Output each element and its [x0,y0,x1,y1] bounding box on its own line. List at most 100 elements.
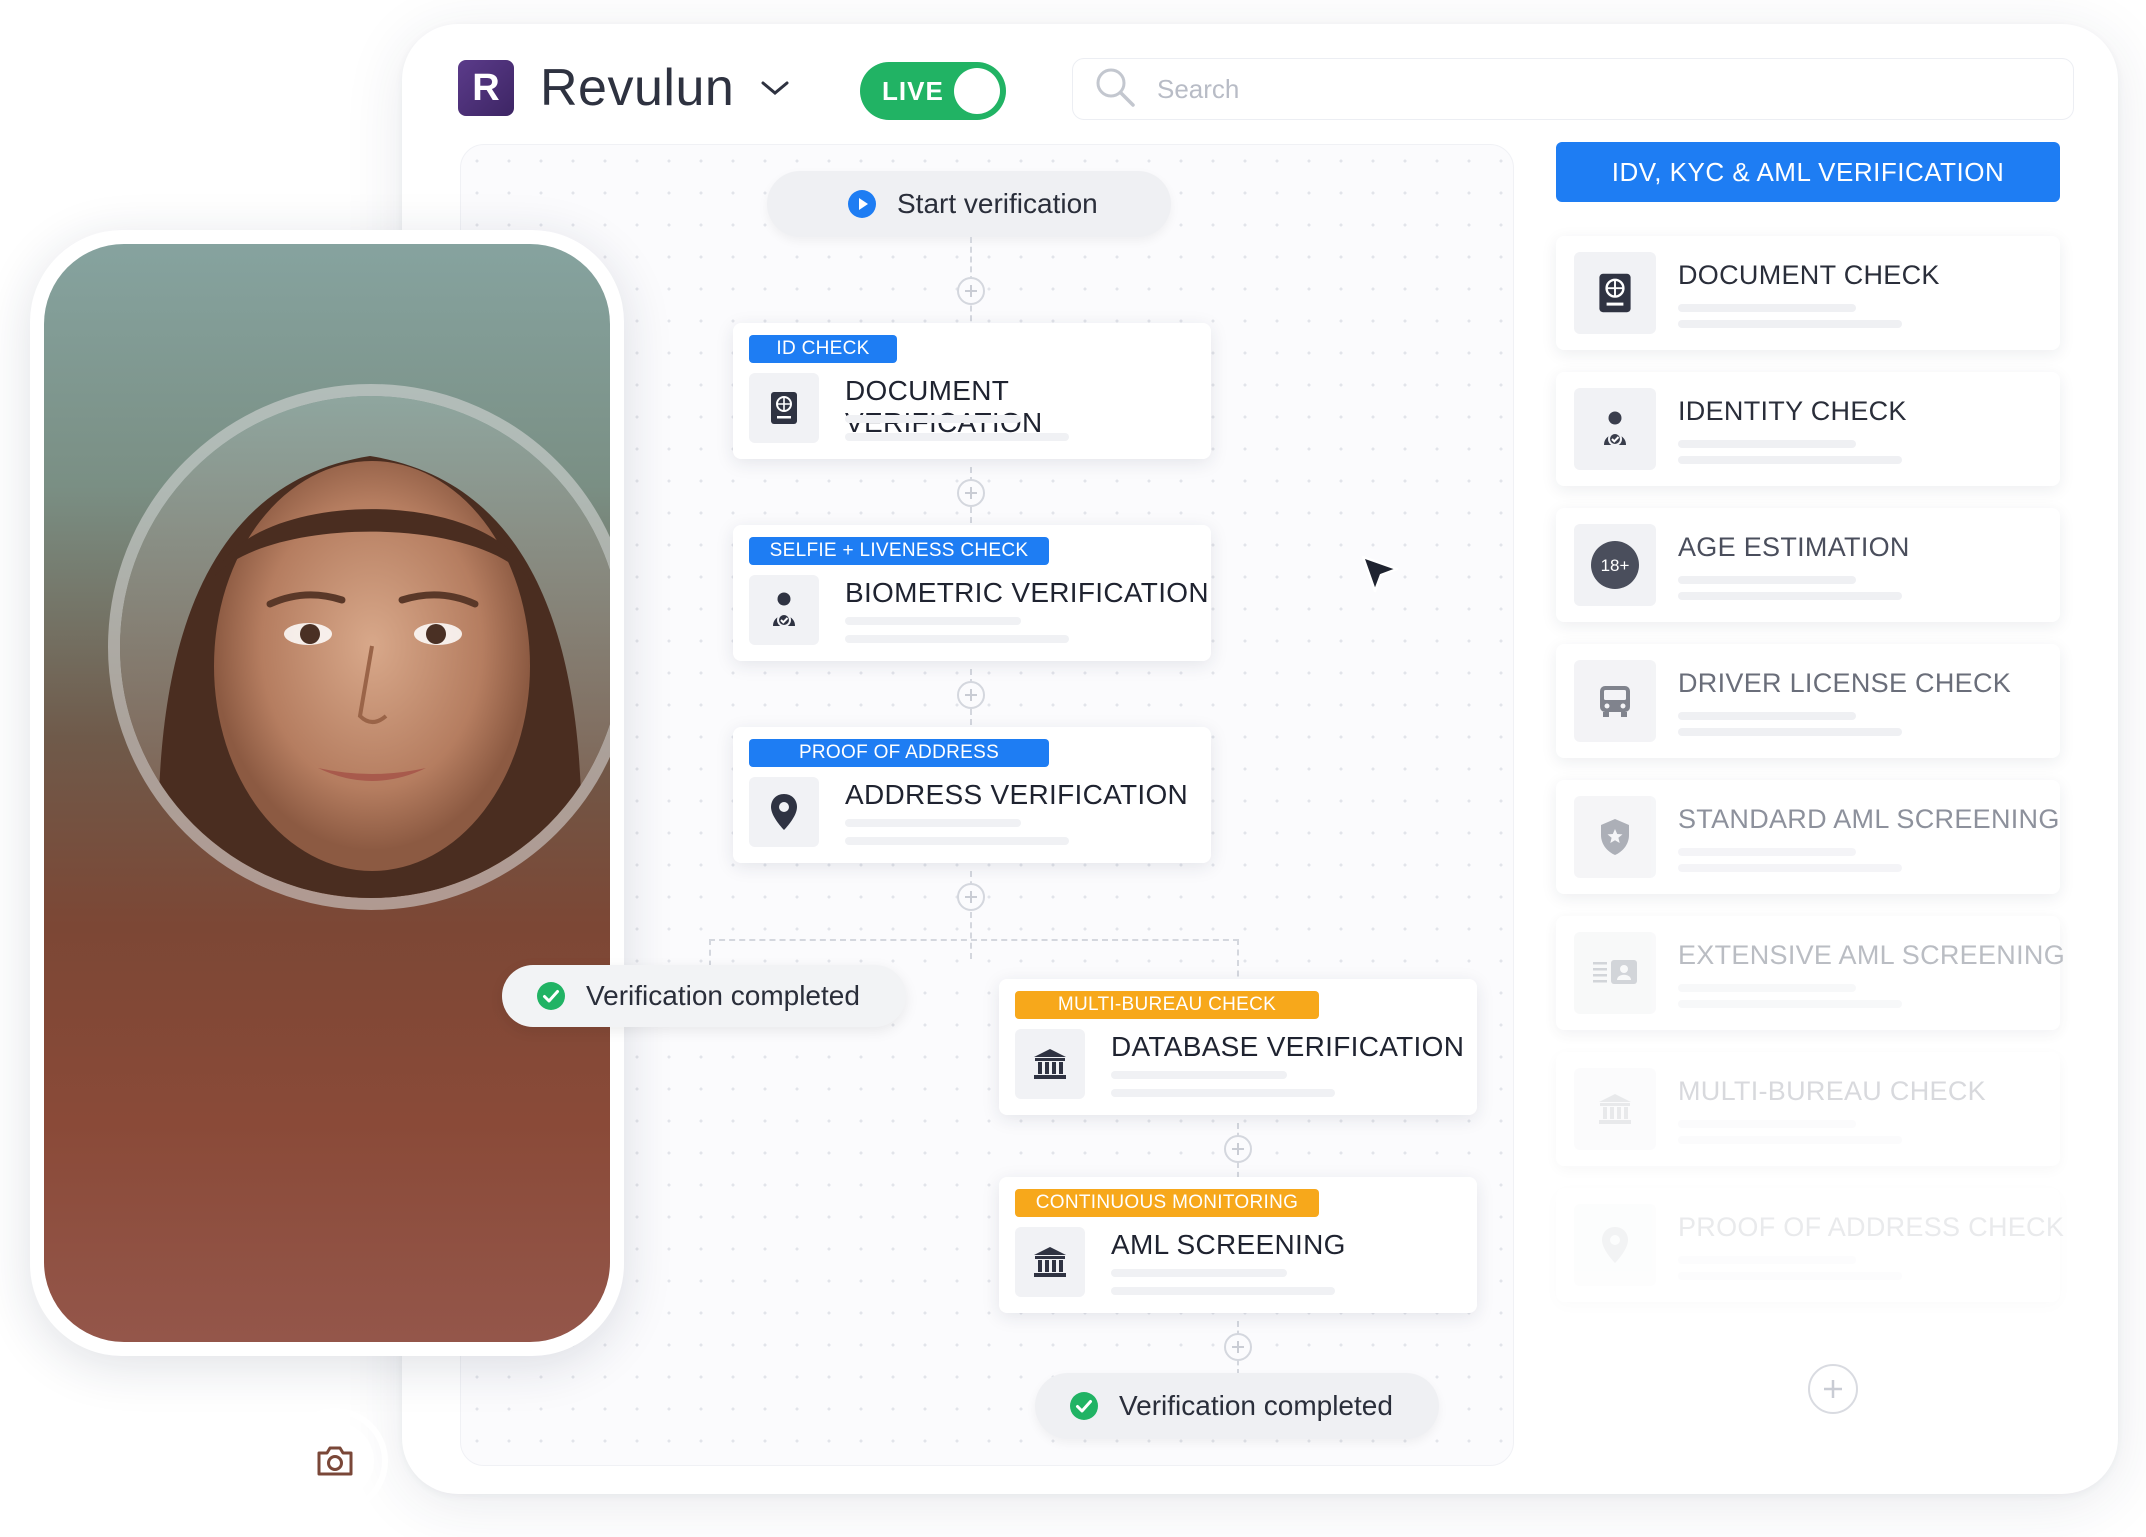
check-title: STANDARD AML SCREENING [1678,804,2060,834]
bank-icon [1015,1227,1085,1297]
location-pin-icon [1574,1204,1656,1286]
check-card-driver-license-check[interactable]: DRIVER LICENSE CHECK [1556,644,2060,758]
step-card-biometric-verification[interactable]: SELFIE + LIVENESS CHECK BIOMETRIC VERIFI… [733,525,1211,661]
step-tag: SELFIE + LIVENESS CHECK [749,537,1049,565]
placeholder-bar [1678,1000,1902,1008]
add-step-plus[interactable] [957,479,985,507]
placeholder-bar [1678,1120,1856,1128]
placeholder-bar [845,837,1069,845]
check-card-document-check[interactable]: DOCUMENT CHECK [1556,236,2060,350]
face-capture-frame [108,384,610,910]
placeholder-bar [845,635,1069,643]
live-toggle[interactable]: LIVE [860,62,1006,120]
chevron-down-icon[interactable] [760,73,790,103]
step-title: AML SCREENING [1111,1229,1346,1260]
placeholder-bar [1678,1272,1902,1280]
passport-icon [749,373,819,443]
brand-logo: R [458,60,514,116]
search-icon [1093,65,1137,114]
step-card-aml-screening[interactable]: CONTINUOUS MONITORING AML SCREENING [999,1177,1477,1313]
placeholder-bar [845,617,1021,625]
add-step-plus[interactable] [957,277,985,305]
step-tag: ID CHECK [749,335,897,363]
camera-icon [296,1422,374,1500]
placeholder-bar [1678,592,1902,600]
step-title: BIOMETRIC VERIFICATION [845,577,1209,608]
check-card-multi-bureau-check[interactable]: MULTI-BUREAU CHECK [1556,1052,2060,1166]
add-step-plus[interactable] [957,883,985,911]
age-18-label: 18+ [1601,556,1630,575]
add-step-plus[interactable] [1224,1135,1252,1163]
placeholder-bar [1111,1269,1287,1277]
verification-completed-node: Verification completed [1035,1373,1439,1439]
check-card-age-estimation[interactable]: 18+ AGE ESTIMATION [1556,508,2060,622]
check-title: AGE ESTIMATION [1678,532,1910,562]
step-title: DOCUMENT VERIFICATION [845,375,1042,438]
step-title: DATABASE VERIFICATION [1111,1031,1465,1062]
add-step-plus[interactable] [1224,1333,1252,1361]
check-card-proof-of-address-check[interactable]: PROOF OF ADDRESS CHECK [1556,1188,2064,1302]
check-card-extensive-aml-screening[interactable]: EXTENSIVE AML SCREENING [1556,916,2065,1030]
placeholder-bar [1678,712,1856,720]
toggle-knob [954,68,1000,114]
placeholder-bar [1678,848,1856,856]
placeholder-bar [1678,1136,1902,1144]
bank-icon [1015,1029,1085,1099]
check-title: EXTENSIVE AML SCREENING [1678,940,2065,970]
search-input[interactable] [1157,73,2057,105]
check-card-standard-aml-screening[interactable]: STANDARD AML SCREENING [1556,780,2060,894]
brand-switcher[interactable]: R Revulun [458,58,790,118]
phone-mockup [30,230,624,1514]
panel-header: IDV, KYC & AML VERIFICATION [1556,142,2060,202]
verification-completed-toast: Verification completed [502,965,906,1027]
check-circle-icon [536,981,566,1011]
placeholder-bar [1111,1287,1335,1295]
placeholder-bar [1678,440,1856,448]
check-circle-icon [1069,1391,1099,1421]
check-title: DRIVER LICENSE CHECK [1678,668,2012,698]
person-check-icon [1574,388,1656,470]
placeholder-bar [845,415,1021,423]
branch-connector [709,939,1239,941]
search-bar[interactable] [1072,58,2074,120]
check-title: MULTI-BUREAU CHECK [1678,1076,1986,1106]
location-pin-icon [749,777,819,847]
live-toggle-label: LIVE [882,75,944,106]
passport-icon [1574,252,1656,334]
plus-circle-icon[interactable] [1808,1364,1858,1414]
placeholder-bar [1678,864,1902,872]
check-title: PROOF OF ADDRESS CHECK [1678,1212,2065,1242]
bank-icon [1574,1068,1656,1150]
step-title: ADDRESS VERIFICATION [845,779,1189,810]
placeholder-bar [1678,304,1856,312]
person-check-icon [749,575,819,645]
placeholder-bar [1678,984,1856,992]
add-step-plus[interactable] [957,681,985,709]
play-icon [847,189,877,219]
app-window: R Revulun LIVE Start verification [402,24,2118,1494]
start-verification-label: Start verification [897,188,1098,219]
capture-button[interactable] [282,1408,388,1514]
check-title: IDENTITY CHECK [1678,396,1907,426]
step-tag: CONTINUOUS MONITORING [1015,1189,1319,1217]
id-card-icon [1574,932,1656,1014]
placeholder-bar [1678,728,1902,736]
camera-preview [44,244,610,1342]
check-title: DOCUMENT CHECK [1678,260,1940,290]
verification-completed-label: Verification completed [1119,1390,1393,1421]
step-tag: MULTI-BUREAU CHECK [1015,991,1319,1019]
step-tag: PROOF OF ADDRESS [749,739,1049,767]
brand-name: Revulun [540,59,735,117]
step-card-document-verification[interactable]: ID CHECK DOCUMENT VERIFICATION [733,323,1211,459]
placeholder-bar [845,433,1069,441]
mouse-cursor-icon [1359,553,1403,597]
placeholder-bar [1111,1071,1287,1079]
placeholder-bar [1111,1089,1335,1097]
check-card-identity-check[interactable]: IDENTITY CHECK [1556,372,2060,486]
face-image [120,396,610,898]
start-verification-node[interactable]: Start verification [767,171,1171,237]
placeholder-bar [845,819,1021,827]
step-card-address-verification[interactable]: PROOF OF ADDRESS ADDRESS VERIFICATION [733,727,1211,863]
bus-icon [1574,660,1656,742]
step-card-database-verification[interactable]: MULTI-BUREAU CHECK DATABASE VERIFICATION [999,979,1477,1115]
